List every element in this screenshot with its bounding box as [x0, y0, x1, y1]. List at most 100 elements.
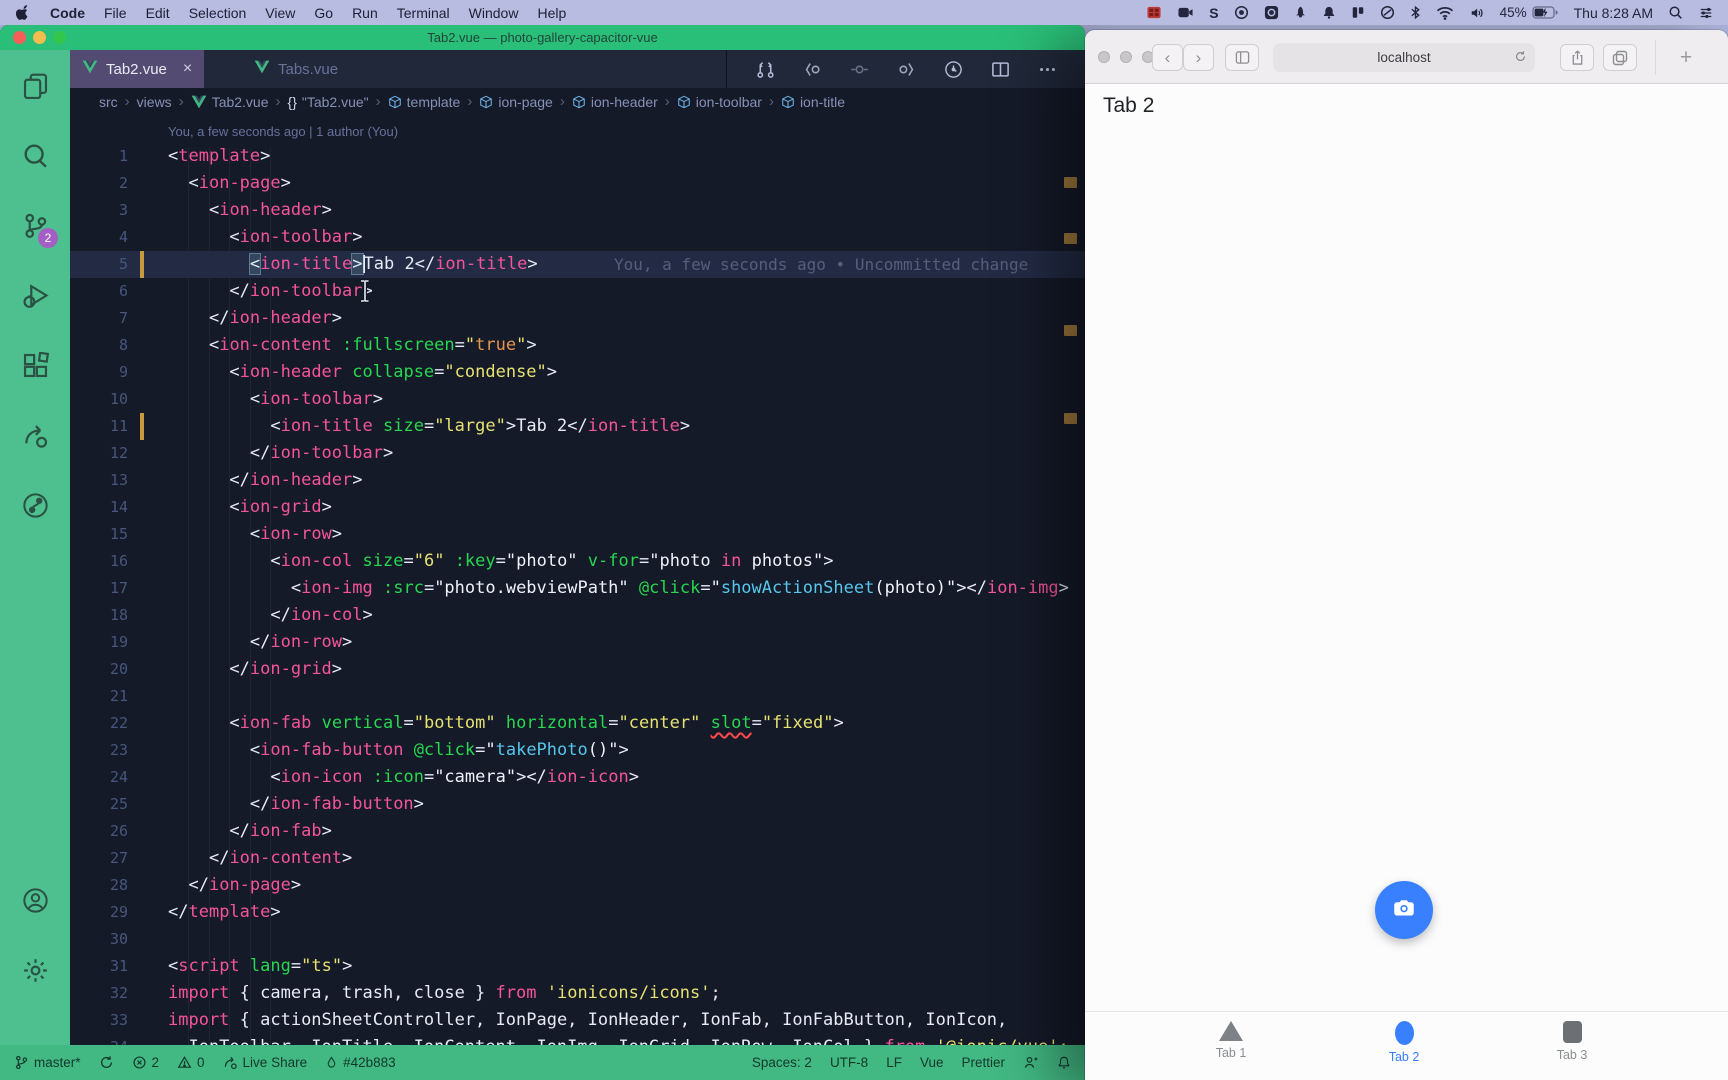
- close-window-button[interactable]: [13, 31, 26, 44]
- bell-icon[interactable]: [1322, 5, 1336, 20]
- status-live-share[interactable]: Live Share: [223, 1055, 308, 1070]
- take-photo-fab[interactable]: [1375, 881, 1433, 939]
- ion-tab-tab-1[interactable]: Tab 1: [1186, 1021, 1276, 1060]
- menu-help[interactable]: Help: [537, 5, 566, 21]
- breadcrumb-item[interactable]: ion-toolbar: [677, 94, 762, 110]
- slash-icon[interactable]: [1380, 5, 1395, 20]
- status-git-branch[interactable]: master*: [14, 1055, 81, 1070]
- activity-run-debug[interactable]: [0, 260, 70, 330]
- sidebar-toggle-button[interactable]: [1225, 44, 1259, 71]
- url-text: localhost: [1377, 50, 1430, 65]
- status-errors[interactable]: 2: [132, 1055, 160, 1070]
- menu-code[interactable]: Code: [50, 5, 85, 21]
- breadcrumb-separator: ›: [560, 93, 565, 110]
- status-feedback[interactable]: [1023, 1055, 1039, 1070]
- menu-file[interactable]: File: [104, 5, 127, 21]
- activity-search[interactable]: [0, 120, 70, 190]
- status-notifications[interactable]: [1057, 1055, 1071, 1070]
- breadcrumb-item[interactable]: ion-page: [479, 94, 553, 110]
- editor-tab-tabs-vue[interactable]: Tabs.vue: [242, 50, 350, 88]
- menu-clock[interactable]: Thu 8:28 AM: [1574, 5, 1653, 21]
- address-bar[interactable]: localhost: [1273, 43, 1535, 72]
- close-tab-icon[interactable]: ×: [183, 60, 192, 78]
- line-number: 17: [70, 575, 128, 602]
- camera-icon[interactable]: [1177, 5, 1194, 20]
- screen-icon[interactable]: [1264, 5, 1279, 20]
- control-center-icon[interactable]: [1698, 6, 1714, 20]
- split-editor-icon[interactable]: [991, 60, 1010, 79]
- apple-icon[interactable]: [16, 4, 31, 21]
- tab-overview-button[interactable]: [1603, 44, 1637, 71]
- record-icon[interactable]: [1234, 5, 1249, 20]
- gitlens-history-icon[interactable]: [944, 60, 963, 79]
- breadcrumb-separator: ›: [125, 93, 130, 110]
- safari-close-button[interactable]: [1098, 51, 1110, 63]
- activity-source-control[interactable]: 2: [0, 190, 70, 260]
- line-number: 13: [70, 467, 128, 494]
- status-language-mode[interactable]: Vue: [920, 1055, 944, 1070]
- status-encoding[interactable]: UTF-8: [830, 1055, 868, 1070]
- forward-button[interactable]: ›: [1183, 44, 1214, 71]
- volume-icon[interactable]: [1469, 6, 1485, 20]
- back-button[interactable]: ‹: [1152, 44, 1183, 71]
- status-indentation[interactable]: Spaces: 2: [752, 1055, 812, 1070]
- bluetooth-icon[interactable]: [1410, 5, 1421, 20]
- ion-tab-tab-2[interactable]: Tab 2: [1359, 1021, 1449, 1064]
- activity-live-share[interactable]: [0, 400, 70, 470]
- code-line-11: 11 <ion-title size="large">Tab 2</ion-ti…: [70, 413, 1085, 440]
- menu-edit[interactable]: Edit: [146, 5, 170, 21]
- battery-indicator[interactable]: 45%: [1500, 5, 1559, 20]
- stats-s-icon[interactable]: S: [1209, 5, 1218, 21]
- spotlight-icon[interactable]: [1668, 5, 1683, 20]
- git-codelens[interactable]: You, a few seconds ago | 1 author (You): [168, 115, 1085, 143]
- activity-account[interactable]: [0, 865, 70, 935]
- status-sync[interactable]: [99, 1055, 114, 1070]
- overview-ruler-mark: [1064, 413, 1077, 424]
- new-tab-button[interactable]: +: [1671, 44, 1701, 71]
- code-line-13: 13 </ion-header>: [70, 467, 1085, 494]
- overview-ruler-mark: [1064, 233, 1077, 244]
- tiles-icon[interactable]: [1351, 5, 1365, 20]
- status-eol[interactable]: LF: [886, 1055, 902, 1070]
- zoom-window-button[interactable]: [53, 31, 66, 44]
- breadcrumb-item[interactable]: ion-title: [781, 94, 845, 110]
- refresh-icon[interactable]: [1514, 50, 1527, 66]
- editor-tab-tab2-vue[interactable]: Tab2.vue×: [70, 50, 204, 88]
- activity-settings[interactable]: [0, 935, 70, 1005]
- wifi-icon[interactable]: [1436, 6, 1454, 20]
- ion-tab-tab-3[interactable]: Tab 3: [1527, 1021, 1617, 1062]
- menu-view[interactable]: View: [265, 5, 295, 21]
- safari-minimize-button[interactable]: [1120, 51, 1132, 63]
- breadcrumb-item[interactable]: views: [137, 94, 172, 110]
- share-button[interactable]: [1560, 44, 1594, 71]
- menu-terminal[interactable]: Terminal: [397, 5, 450, 21]
- status-formatter[interactable]: Prettier: [961, 1055, 1005, 1070]
- film-icon[interactable]: [1146, 5, 1162, 20]
- vscode-title-bar[interactable]: Tab2.vue — photo-gallery-capacitor-vue: [0, 25, 1085, 50]
- status-warnings[interactable]: 0: [177, 1055, 205, 1070]
- more-actions-icon[interactable]: [1038, 60, 1057, 79]
- menu-run[interactable]: Run: [352, 5, 378, 21]
- line-number: 28: [70, 872, 128, 899]
- activity-explorer[interactable]: [0, 50, 70, 120]
- code-editor[interactable]: You, a few seconds ago | 1 author (You) …: [70, 115, 1085, 1070]
- breadcrumb-item[interactable]: src: [99, 94, 118, 110]
- breadcrumb-item[interactable]: ion-header: [572, 94, 658, 110]
- breadcrumb-item[interactable]: Tab2.vue: [191, 94, 269, 110]
- breadcrumb-item[interactable]: {}"Tab2.vue": [288, 94, 369, 110]
- previous-change-icon[interactable]: [803, 60, 822, 79]
- activity-extensions[interactable]: [0, 330, 70, 400]
- minimize-window-button[interactable]: [33, 31, 46, 44]
- next-change-icon[interactable]: [897, 60, 916, 79]
- tab-label: Tab 3: [1557, 1048, 1588, 1062]
- breadcrumb-item[interactable]: template: [388, 94, 461, 110]
- menu-window[interactable]: Window: [469, 5, 519, 21]
- status-color-chip[interactable]: #42b883: [325, 1055, 396, 1070]
- menu-go[interactable]: Go: [314, 5, 333, 21]
- rocket-icon[interactable]: [1294, 5, 1307, 20]
- line-number: 20: [70, 656, 128, 683]
- activity-gitlens[interactable]: [0, 470, 70, 540]
- menu-selection[interactable]: Selection: [189, 5, 247, 21]
- current-change-icon[interactable]: [850, 60, 869, 79]
- compare-changes-icon[interactable]: [756, 60, 775, 79]
